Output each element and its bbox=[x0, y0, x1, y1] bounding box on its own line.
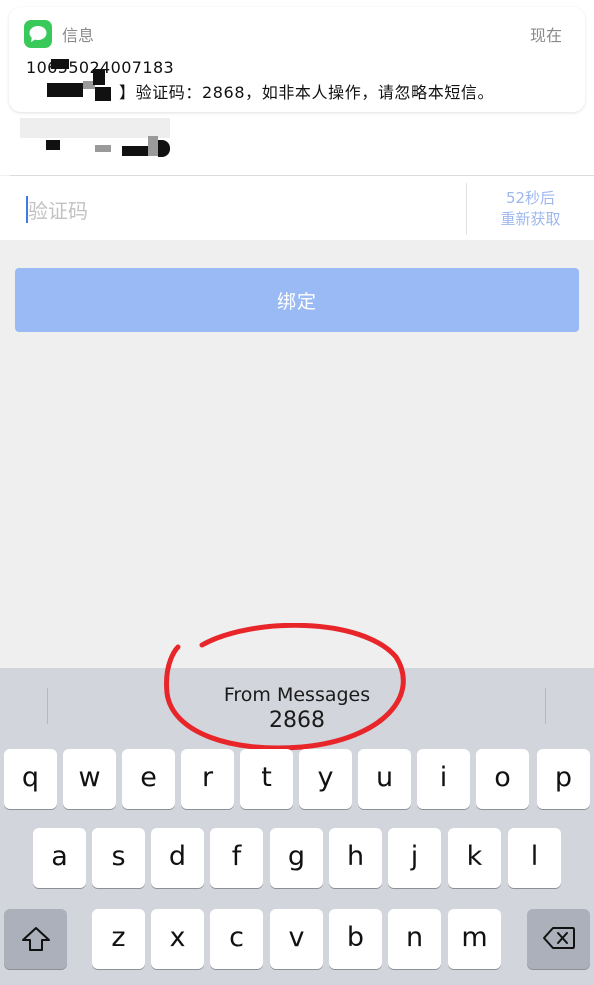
bind-button[interactable]: 绑定 bbox=[15, 268, 579, 332]
messages-app-icon bbox=[24, 20, 52, 48]
key-r[interactable]: r bbox=[181, 749, 234, 809]
key-p[interactable]: p bbox=[537, 749, 590, 809]
key-j[interactable]: j bbox=[388, 828, 441, 888]
obscured-header-pixel bbox=[95, 145, 111, 152]
key-k[interactable]: k bbox=[448, 828, 501, 888]
obscured-header-pixel bbox=[148, 136, 158, 156]
obscured-pixel bbox=[47, 83, 83, 97]
obscured-pixel bbox=[93, 69, 105, 85]
autofill-code-suggestion[interactable]: 2868 bbox=[0, 708, 594, 733]
key-a[interactable]: a bbox=[33, 828, 86, 888]
key-h[interactable]: h bbox=[329, 828, 382, 888]
obscured-pixel bbox=[95, 87, 111, 101]
resend-code-button[interactable]: 52秒后 重新获取 bbox=[467, 188, 594, 230]
obscured-pixel bbox=[51, 59, 69, 69]
shift-arrow-icon bbox=[21, 927, 50, 951]
verification-code-input[interactable] bbox=[26, 196, 430, 226]
key-q[interactable]: q bbox=[4, 749, 57, 809]
key-w[interactable]: w bbox=[63, 749, 116, 809]
backspace-key[interactable] bbox=[527, 909, 590, 969]
key-z[interactable]: z bbox=[92, 909, 145, 969]
notification-app-name: 信息 bbox=[62, 26, 95, 45]
key-i[interactable]: i bbox=[417, 749, 470, 809]
text-caret bbox=[26, 196, 28, 223]
shift-key[interactable] bbox=[4, 909, 67, 969]
ios-keyboard: From Messages 2868 q w e r t y u i o p a… bbox=[0, 623, 594, 985]
obscured-header-pixel bbox=[46, 140, 60, 150]
key-l[interactable]: l bbox=[508, 828, 561, 888]
key-x[interactable]: x bbox=[151, 909, 204, 969]
suggestion-source-label: From Messages bbox=[223, 684, 371, 706]
key-m[interactable]: m bbox=[448, 909, 501, 969]
key-g[interactable]: g bbox=[270, 828, 323, 888]
verification-code-row: 52秒后 重新获取 bbox=[0, 176, 594, 240]
key-s[interactable]: s bbox=[92, 828, 145, 888]
notification-time: 现在 bbox=[529, 26, 562, 45]
key-y[interactable]: y bbox=[299, 749, 352, 809]
quicktype-suggestion-bar: From Messages 2868 bbox=[0, 623, 594, 751]
key-b[interactable]: b bbox=[329, 909, 382, 969]
key-e[interactable]: e bbox=[122, 749, 175, 809]
key-f[interactable]: f bbox=[210, 828, 263, 888]
key-v[interactable]: v bbox=[270, 909, 323, 969]
key-d[interactable]: d bbox=[151, 828, 204, 888]
resend-countdown: 52秒后 bbox=[505, 189, 556, 207]
key-u[interactable]: u bbox=[358, 749, 411, 809]
obscured-text-shadow bbox=[20, 118, 170, 138]
resend-label: 重新获取 bbox=[500, 210, 561, 228]
backspace-icon bbox=[542, 927, 575, 949]
key-t[interactable]: t bbox=[240, 749, 293, 809]
key-n[interactable]: n bbox=[388, 909, 441, 969]
notification-message: 】验证码：2868，如非本人操作，请忽略本短信。 bbox=[119, 83, 495, 102]
key-c[interactable]: c bbox=[210, 909, 263, 969]
sms-notification-banner[interactable]: 信息 现在 10655024007183 】验证码：2868，如非本人操作，请忽… bbox=[9, 7, 585, 112]
obscured-header-pixel bbox=[158, 140, 170, 157]
obscured-header-pixel bbox=[122, 146, 148, 156]
key-o[interactable]: o bbox=[476, 749, 529, 809]
